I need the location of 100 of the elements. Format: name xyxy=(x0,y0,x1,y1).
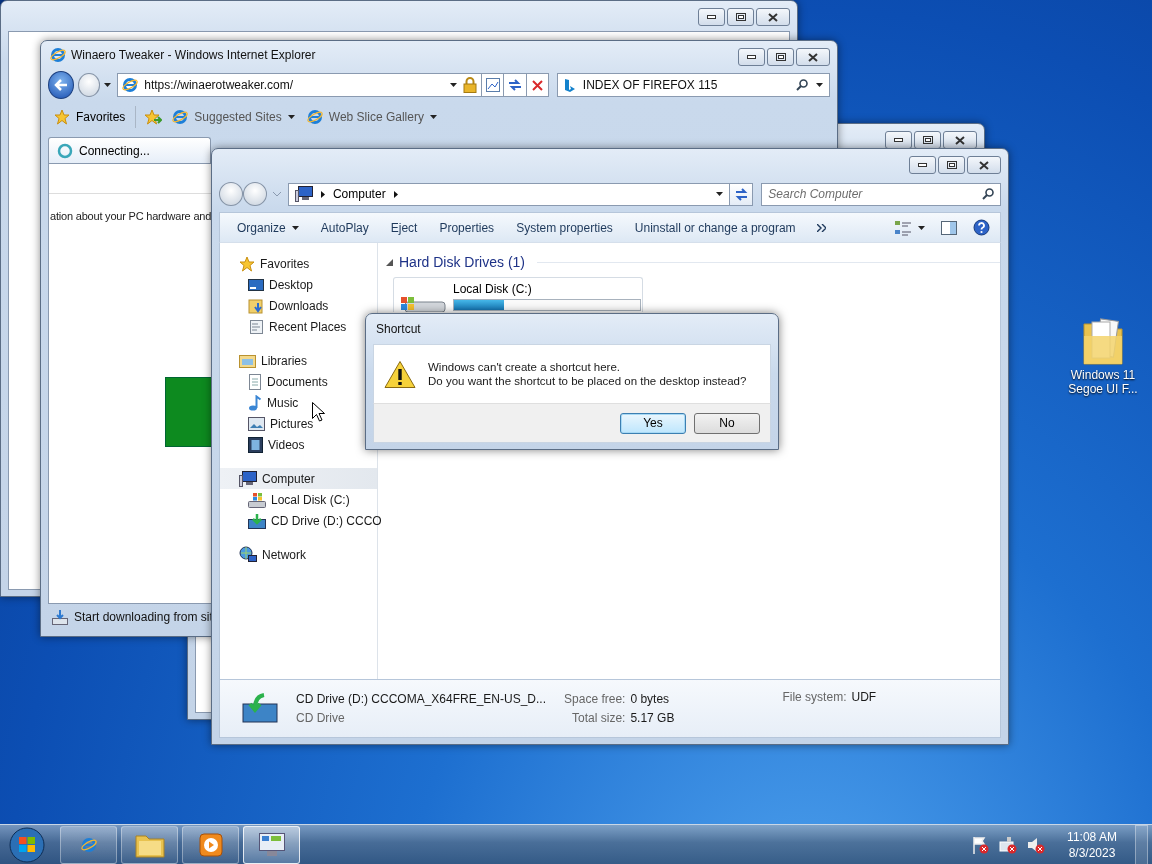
maximize-button[interactable] xyxy=(914,131,941,149)
clock[interactable]: 11:08 AM 8/3/2023 xyxy=(1063,829,1121,860)
taskbar-button[interactable] xyxy=(243,825,300,864)
taskbar-button[interactable] xyxy=(60,825,117,864)
history-caret-icon xyxy=(104,83,112,87)
stop-icon xyxy=(531,79,543,91)
dialog-title: Shortcut xyxy=(376,322,421,336)
toolbar-button[interactable]: AutoPlay xyxy=(309,217,380,238)
minimize-button[interactable] xyxy=(698,8,725,26)
window-title: Winaero Tweaker - Windows Internet Explorer xyxy=(71,48,316,62)
group-header[interactable]: Hard Disk Drives (1) xyxy=(399,254,525,270)
music-icon xyxy=(248,394,262,411)
show-desktop-button[interactable] xyxy=(1135,824,1148,864)
address-bar[interactable]: Computer xyxy=(287,182,731,206)
toolbar-button[interactable]: System properties xyxy=(505,217,624,238)
nav-item[interactable]: Documents xyxy=(220,371,328,392)
taskbar-button[interactable] xyxy=(121,825,178,864)
refresh-button[interactable] xyxy=(729,182,754,206)
toolbar-button[interactable]: Properties xyxy=(428,217,506,238)
start-orb-icon xyxy=(8,825,46,864)
search-field[interactable]: Search Computer xyxy=(761,182,1001,206)
favorites-link[interactable]: Suggested Sites xyxy=(170,107,297,127)
address-bar[interactable]: https://winaerotweaker.com/ xyxy=(117,73,483,97)
close-button[interactable] xyxy=(756,8,790,26)
forward-button[interactable] xyxy=(242,182,267,206)
toolbar-button[interactable]: Eject xyxy=(379,217,429,238)
help-icon[interactable] xyxy=(973,219,990,236)
nav-item[interactable]: Music xyxy=(220,392,299,413)
preview-pane-icon[interactable] xyxy=(941,220,957,235)
close-button[interactable] xyxy=(796,48,830,66)
minimize-icon xyxy=(747,55,756,59)
back-button[interactable] xyxy=(48,71,74,99)
star-icon xyxy=(239,255,255,272)
favorites-button[interactable]: Favorites xyxy=(52,107,128,127)
caret-icon xyxy=(450,83,458,87)
nav-item[interactable]: Recent Places xyxy=(220,316,347,337)
loading-icon xyxy=(57,142,73,159)
minimize-button[interactable] xyxy=(909,156,936,174)
drive-type: CD Drive xyxy=(296,711,346,725)
volume-icon[interactable] xyxy=(1027,835,1045,854)
nav-item[interactable]: Local Disk (C:) xyxy=(220,489,350,510)
field-label: File system: xyxy=(782,690,847,704)
network-icon[interactable] xyxy=(999,835,1017,854)
pictures-icon xyxy=(248,416,265,431)
chevron-icon xyxy=(320,190,325,198)
search-icon xyxy=(982,188,994,200)
back-arrow-icon xyxy=(54,79,68,91)
toolbar-button[interactable]: Organize xyxy=(226,217,310,238)
minimize-button[interactable] xyxy=(738,48,765,66)
favorites-star-icon xyxy=(54,109,70,125)
caret-icon xyxy=(815,83,823,87)
more-commands-icon[interactable] xyxy=(816,223,826,232)
minimize-button[interactable] xyxy=(885,131,912,149)
desktop-icon-label[interactable]: Windows 11 Segoe UI F... xyxy=(1066,368,1140,396)
collapse-icon[interactable] xyxy=(386,258,393,266)
nav-item[interactable]: Network xyxy=(220,544,306,565)
cd-drive-icon xyxy=(242,692,278,725)
nav-item[interactable]: Downloads xyxy=(220,295,329,316)
nav-item[interactable]: Desktop xyxy=(220,274,314,295)
action-center-icon[interactable] xyxy=(971,835,989,854)
search-icon xyxy=(795,79,808,91)
close-icon xyxy=(979,160,989,170)
breadcrumb-item[interactable]: Computer xyxy=(332,187,386,201)
folder-icon[interactable] xyxy=(1080,316,1126,366)
drive-tile[interactable]: Local Disk (C:) xyxy=(393,277,643,312)
field-value: UDF xyxy=(851,690,877,704)
caret-icon xyxy=(272,191,281,197)
page-icon xyxy=(172,109,189,125)
nav-item[interactable]: Pictures xyxy=(220,413,314,434)
page-icon xyxy=(122,77,139,93)
nav-item[interactable]: Computer xyxy=(220,468,377,489)
media-player-icon xyxy=(197,831,224,858)
maximize-button[interactable] xyxy=(727,8,754,26)
hard-drive-icon xyxy=(399,296,447,312)
search-field[interactable]: INDEX OF FIREFOX 115 xyxy=(556,73,830,97)
compatibility-icon xyxy=(485,78,500,92)
browser-logo-icon xyxy=(50,47,66,63)
maximize-button[interactable] xyxy=(767,48,794,66)
taskbar-button[interactable] xyxy=(182,825,239,864)
close-button[interactable] xyxy=(967,156,1001,174)
caret-icon xyxy=(716,192,724,196)
view-options-icon[interactable] xyxy=(894,219,912,236)
stop-button[interactable] xyxy=(525,73,549,97)
refresh-button[interactable] xyxy=(503,73,527,97)
nav-item[interactable]: Favorites xyxy=(220,253,310,274)
dialog-button[interactable]: Yes xyxy=(620,412,686,434)
nav-item[interactable]: CD Drive (D:) CCCO xyxy=(220,510,382,531)
toolbar-button[interactable]: Uninstall or change a program xyxy=(623,217,807,238)
maximize-button[interactable] xyxy=(938,156,965,174)
caret-icon xyxy=(918,225,925,230)
dialog-button[interactable]: No xyxy=(694,412,760,434)
page-icon xyxy=(306,109,323,125)
favorites-link[interactable]: Web Slice Gallery xyxy=(304,107,439,127)
compatibility-button[interactable] xyxy=(481,73,505,97)
close-button[interactable] xyxy=(943,131,977,149)
nav-item[interactable]: Libraries xyxy=(220,350,308,371)
restore-icon xyxy=(946,161,957,169)
desktop-icon xyxy=(248,277,264,292)
browser-tab[interactable]: Connecting... xyxy=(48,137,211,163)
nav-item[interactable]: Videos xyxy=(220,434,305,455)
